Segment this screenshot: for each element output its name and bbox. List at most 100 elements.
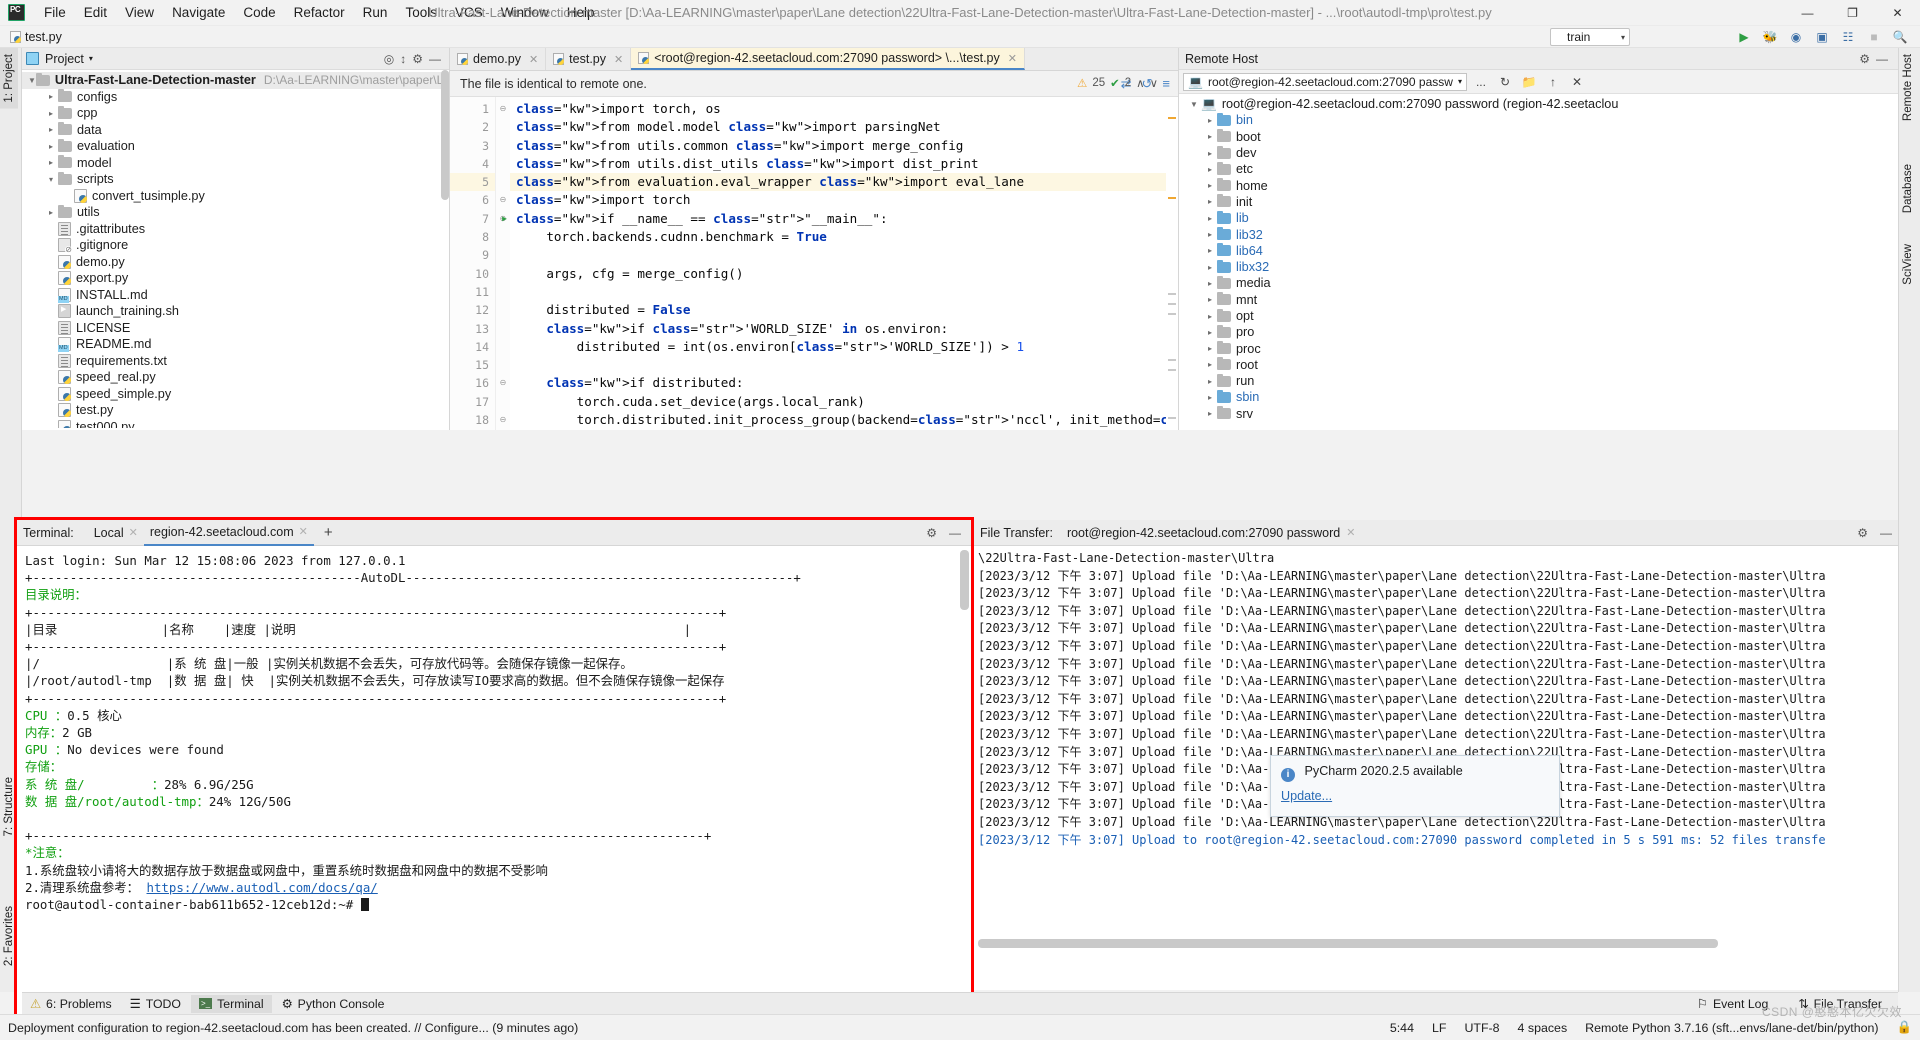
attach-icon[interactable]: ☷ [1838,27,1858,47]
remote-tree-node[interactable]: ▸ etc [1179,161,1898,177]
terminal-scrollbar[interactable] [960,550,969,610]
project-tree-scrollbar[interactable] [441,70,449,200]
chevron-right-icon[interactable]: ▸ [1203,360,1217,369]
remote-tree-node[interactable]: ▸ pro [1179,324,1898,340]
remote-tree-node[interactable]: ▸ bin [1179,112,1898,128]
fold-toggle-icon[interactable]: ⊖ [496,191,510,209]
run-icon[interactable]: ▶ [1734,27,1754,47]
code-line[interactable]: class="kw">if distributed: [510,374,1178,392]
prev-problem-icon[interactable]: ∧ [1136,76,1144,90]
menu-run[interactable]: Run [354,2,397,23]
file-transfer-log[interactable]: \22Ultra-Fast-Lane-Detection-master\Ultr… [974,546,1898,946]
maximize-button[interactable]: ❐ [1830,0,1875,26]
minimize-button[interactable]: — [1785,0,1830,26]
tree-node[interactable]: ▾ scripts [22,171,449,188]
tree-node[interactable]: export.py [22,270,449,287]
chevron-right-icon[interactable]: ▸ [44,109,58,118]
chevron-right-icon[interactable]: ▸ [44,142,58,151]
remote-tree-node[interactable]: ▸ root [1179,357,1898,373]
close-icon[interactable]: ✕ [1346,526,1355,539]
remote-tree-node[interactable]: ▸ srv [1179,406,1898,422]
code-line[interactable]: class="kw">from evaluation.eval_wrapper … [510,173,1178,192]
line-separator[interactable]: LF [1432,1021,1446,1035]
lock-icon[interactable]: 🔒 [1897,1020,1912,1035]
search-icon[interactable]: 🔍 [1890,27,1910,47]
tree-node[interactable]: speed_real.py [22,369,449,386]
rail-sciview-button[interactable]: SciView [1899,238,1917,291]
fold-toggle-icon[interactable]: ⊖ [496,411,510,429]
code-line[interactable]: distributed = False [510,301,1178,319]
tree-node[interactable]: test.py [22,402,449,419]
remote-tree-node[interactable]: ▸ run [1179,373,1898,389]
coverage-icon[interactable]: ◉ [1786,27,1806,47]
close-icon[interactable]: ✕ [529,53,538,66]
more-icon[interactable]: ≡ [1162,76,1170,92]
tree-node[interactable]: speed_simple.py [22,386,449,403]
tree-node[interactable]: ▸ cpp [22,105,449,122]
remote-tree-node[interactable]: ▸ sbin [1179,389,1898,405]
stop-icon[interactable]: ■ [1864,27,1884,47]
upload-icon[interactable]: ↑ [1543,73,1563,91]
remote-tree-node[interactable]: ▸ lib [1179,210,1898,226]
file-encoding[interactable]: UTF-8 [1464,1021,1499,1035]
chevron-right-icon[interactable]: ▸ [1203,295,1217,304]
chevron-down-icon[interactable]: ▼ [1187,100,1201,109]
chevron-right-icon[interactable]: ▸ [1203,181,1217,190]
inspection-widget[interactable]: ⚠ 25 ✔ 2 ∧ ∨ [1077,76,1158,90]
tool-button-problems[interactable]: ⚠ 6: Problems [22,995,120,1013]
tool-button-todo[interactable]: ☰ TODO [122,995,189,1013]
remote-connection-selector[interactable]: 💻 root@region-42.seetacloud.com:27090 pa… [1183,72,1467,91]
rail-project-button[interactable]: 1: Project [0,48,18,109]
chevron-right-icon[interactable]: ▸ [1203,409,1217,418]
tree-node[interactable]: convert_tusimple.py [22,188,449,205]
tree-node[interactable]: .gitignore [22,237,449,255]
tree-node[interactable]: ▸ configs [22,89,449,106]
more-options-button[interactable]: ... [1471,73,1491,91]
remote-tree-node[interactable]: ▸ opt [1179,308,1898,324]
code-line[interactable]: class="kw">from utils.dist_utils class="… [510,155,1178,173]
tree-node[interactable]: README.md [22,336,449,353]
tree-node[interactable]: test000.py [22,419,449,428]
remote-tree-node[interactable]: ▸ proc [1179,340,1898,356]
editor-tab[interactable]: demo.py ✕ [450,48,547,70]
tool-button-terminal[interactable]: >_ Terminal [191,994,272,1013]
fold-toggle-icon[interactable]: ⊖ [496,100,510,118]
remote-tree-node[interactable]: ▸ lib64 [1179,243,1898,259]
tree-node[interactable]: .gitattributes [22,221,449,238]
remote-tree-node[interactable]: ▸ home [1179,177,1898,193]
python-interpreter[interactable]: Remote Python 3.7.16 (sft...envs/lane-de… [1585,1021,1878,1035]
chevron-right-icon[interactable]: ▸ [1203,116,1217,125]
chevron-right-icon[interactable]: ▸ [1203,246,1217,255]
code-line[interactable] [510,283,1178,301]
chevron-right-icon[interactable]: ▸ [1203,149,1217,158]
settings-icon[interactable]: ⚙ [926,526,937,540]
new-terminal-tab-button[interactable]: + [324,524,333,541]
code-text[interactable]: class="kw">import torch, os class="kw">fr… [510,97,1178,430]
close-icon[interactable]: ✕ [299,525,308,538]
code-line[interactable]: class="kw">if class="str">'WORLD_SIZE' i… [510,320,1178,338]
chevron-down-icon[interactable]: ▾ [44,175,58,184]
code-line[interactable] [510,356,1178,374]
remote-tree-node[interactable]: ▸ dev [1179,145,1898,161]
chevron-right-icon[interactable]: ▸ [1203,312,1217,321]
profile-icon[interactable]: ▣ [1812,27,1832,47]
rail-remote-host-button[interactable]: Remote Host [1899,48,1917,127]
close-icon[interactable]: ✕ [614,53,623,66]
tree-node[interactable]: ▸ evaluation [22,138,449,155]
remote-tree-node[interactable]: ▸ lib32 [1179,226,1898,242]
debug-icon[interactable]: 🐝 [1760,27,1780,47]
terminal-prompt[interactable]: root@autodl-container-bab611b652-12ceb12… [25,896,971,913]
fold-toggle-icon[interactable]: ⊖ [496,374,510,392]
menu-view[interactable]: View [116,2,163,23]
hide-icon[interactable]: — [429,52,441,66]
tree-node[interactable]: LICENSE [22,320,449,337]
run-configuration-selector[interactable]: train ▾ [1550,28,1630,46]
tree-node[interactable]: ▸ model [22,155,449,172]
chevron-right-icon[interactable]: ▸ [44,208,58,217]
menu-edit[interactable]: Edit [75,2,116,23]
refresh-icon[interactable]: ↻ [1495,73,1515,91]
chevron-right-icon[interactable]: ▸ [1203,344,1217,353]
remote-tree-node[interactable]: ▸ init [1179,194,1898,210]
run-line-icon[interactable]: ▶ [502,210,507,228]
autodl-docs-link[interactable]: https://www.autodl.com/docs/qa/ [147,880,378,895]
